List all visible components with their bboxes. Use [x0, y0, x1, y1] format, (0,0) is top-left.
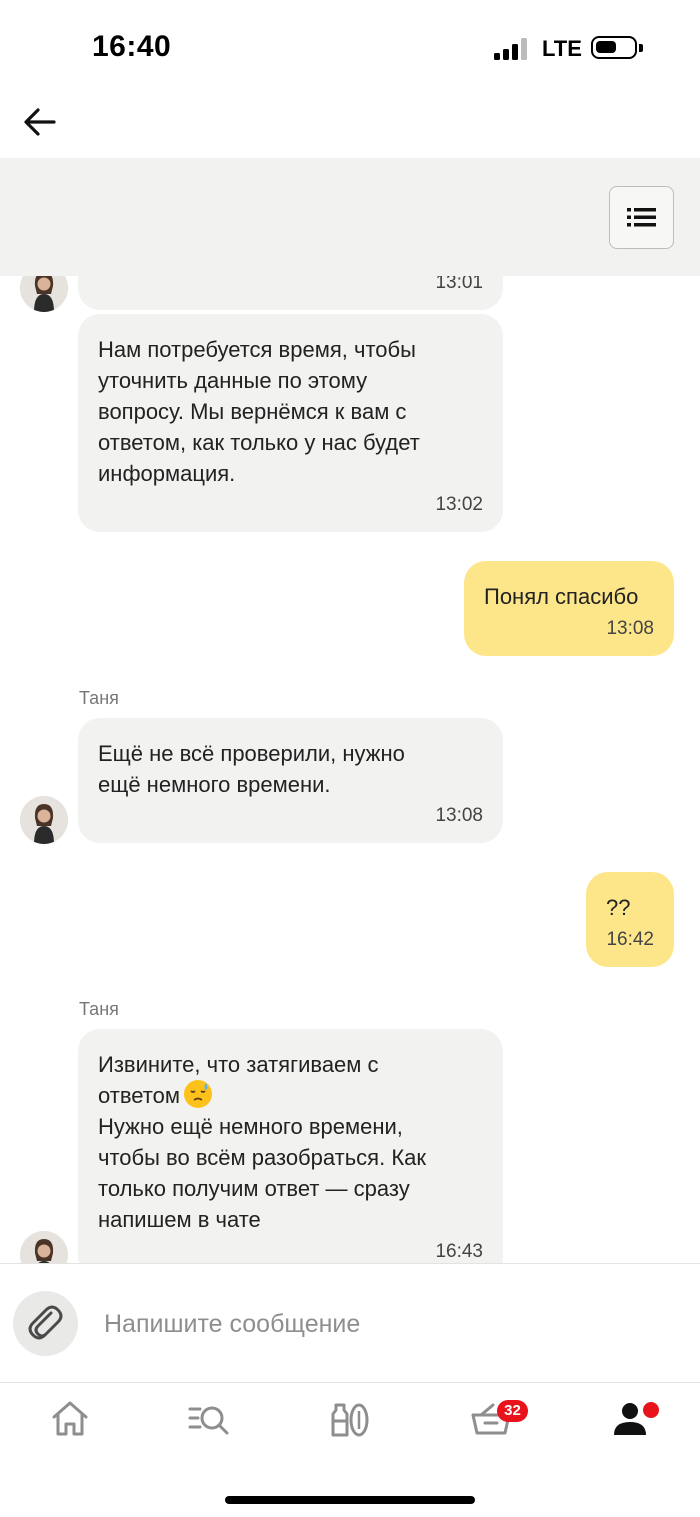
- status-bar: 16:40 LTE: [0, 0, 700, 95]
- network-type: LTE: [542, 36, 582, 61]
- message-time: 16:43: [435, 1241, 483, 1262]
- message-time: 13:01: [435, 276, 483, 293]
- catalog-search-icon: [188, 1406, 229, 1435]
- battery-icon: [591, 36, 637, 59]
- sender-name: Таня: [79, 688, 119, 708]
- chat-menu-button[interactable]: [609, 186, 674, 249]
- message-text-part: Извините, что затягиваем с ответом: [98, 1052, 379, 1108]
- message-text-part: Нужно ещё немного времени, чтобы во всём…: [98, 1114, 426, 1232]
- home-icon: [52, 1401, 88, 1436]
- cart-count-badge: 32: [497, 1400, 528, 1422]
- message-bubble-outgoing[interactable]: ?? 16:42: [586, 872, 674, 967]
- status-time: 16:40: [92, 30, 172, 63]
- downcast-face-with-sweat-emoji: [183, 1080, 212, 1108]
- avatar: [20, 1231, 68, 1263]
- message-time: 13:08: [606, 618, 654, 639]
- message-text: Ещё не всё проверили, нужно ещё немного …: [98, 741, 405, 797]
- message-bubble[interactable]: Извините, что затягиваем с ответом Нужно…: [78, 1029, 503, 1263]
- list-menu-icon: [627, 208, 656, 227]
- message-time: 13:08: [435, 805, 483, 826]
- message-text: ??: [606, 895, 631, 920]
- back-button[interactable]: [22, 104, 58, 140]
- message-text: Нам потребуется время, чтобы уточнить да…: [98, 337, 420, 486]
- sender-name: Таня: [79, 999, 119, 1019]
- chat-messages[interactable]: 13:01 Нам потребуется время, чтобы уточн…: [0, 276, 700, 1263]
- arrow-left-icon: [24, 108, 56, 136]
- message-text: Извините, что затягиваем с ответом Нужно…: [98, 1049, 483, 1235]
- message-bubble[interactable]: 13:01: [78, 276, 503, 310]
- message-time: 16:42: [606, 929, 654, 950]
- avatar: [20, 276, 68, 312]
- chat-header-panel: [0, 158, 700, 276]
- paperclip-icon: [28, 1305, 63, 1340]
- message-bubble[interactable]: Ещё не всё проверили, нужно ещё немного …: [78, 718, 503, 843]
- home-indicator: [225, 1496, 475, 1504]
- avatar: [20, 796, 68, 844]
- tab-catalog[interactable]: [187, 1397, 231, 1441]
- products-icon: [331, 1403, 369, 1437]
- notification-dot: [641, 1400, 661, 1420]
- message-text: Понял спасибо: [484, 584, 639, 609]
- message-input[interactable]: [104, 1303, 664, 1345]
- message-bubble[interactable]: Нам потребуется время, чтобы уточнить да…: [78, 314, 503, 532]
- tab-home[interactable]: [48, 1397, 92, 1441]
- tab-products[interactable]: [328, 1397, 372, 1441]
- attach-button[interactable]: [13, 1291, 78, 1356]
- battery-cap: [639, 44, 643, 52]
- message-bubble-outgoing[interactable]: Понял спасибо 13:08: [464, 561, 674, 656]
- message-time: 13:02: [435, 494, 483, 515]
- signal-bars-icon: [494, 38, 528, 60]
